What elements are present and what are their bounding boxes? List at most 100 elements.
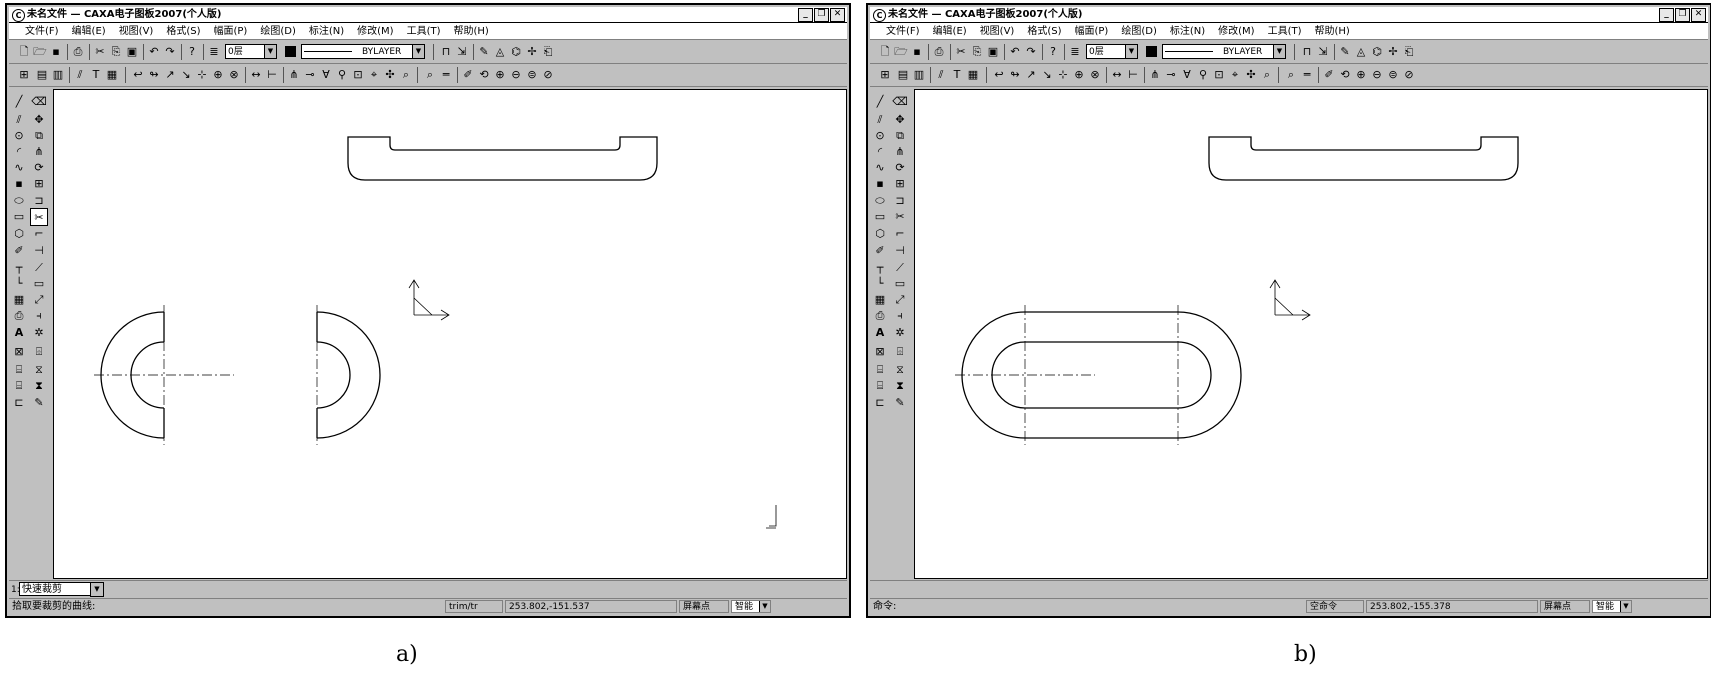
menu-sheet[interactable]: 幅面(P)	[1075, 23, 1109, 39]
menu-help[interactable]: 帮助(H)	[1315, 23, 1350, 39]
dim-text-icon[interactable]: ⊠	[10, 343, 28, 361]
curve-icon-5[interactable]: ⊹	[1056, 68, 1070, 82]
menu-sheet[interactable]: 幅面(P)	[214, 23, 248, 39]
extend-icon[interactable]: ⊣	[891, 242, 909, 260]
stack-icon[interactable]: ⧗	[891, 377, 909, 395]
restore-icon[interactable]: ❐	[1675, 8, 1690, 22]
extend-icon[interactable]: ⊣	[30, 242, 48, 260]
frame-icon[interactable]: ▤	[896, 68, 910, 82]
zoom-prev-icon[interactable]: ⊘	[541, 68, 555, 82]
curve-icon-3[interactable]: ↗	[1024, 68, 1038, 82]
zoom-window-icon[interactable]: ⟲	[1338, 68, 1352, 82]
explode-icon[interactable]: ✲	[30, 324, 48, 342]
property-icon[interactable]: ⊓	[439, 45, 453, 59]
curve-icon-5[interactable]: ⊹	[195, 68, 209, 82]
drag-icon[interactable]: ✢	[525, 45, 539, 59]
minimize-icon[interactable]: _	[798, 8, 813, 22]
undo-icon[interactable]: ↶	[1008, 45, 1022, 59]
print-icon[interactable]: ⎙	[932, 45, 946, 59]
color-swatch[interactable]	[1146, 46, 1157, 57]
print-icon[interactable]: ⎙	[71, 45, 85, 59]
curve-icon-1[interactable]: ↩	[992, 68, 1006, 82]
linetype-select[interactable]: BYLAYER ▼	[301, 44, 425, 59]
dim-text-icon[interactable]: ⊠	[871, 343, 889, 361]
close-icon[interactable]: ✕	[1691, 8, 1706, 22]
menu-dimension[interactable]: 标注(N)	[309, 23, 344, 39]
snap-icon-7[interactable]: ✣	[1244, 68, 1258, 82]
measure-icon[interactable]: ◬	[1354, 45, 1368, 59]
array-icon[interactable]: ⊞	[891, 175, 909, 193]
snap-icon-8[interactable]: ⌕	[1260, 68, 1274, 82]
text-icon[interactable]: A	[10, 324, 28, 342]
curve-icon-4[interactable]: ↘	[1040, 68, 1054, 82]
edit-icon[interactable]: ✎	[1338, 45, 1352, 59]
point-icon[interactable]: ▪	[871, 175, 889, 193]
title-block-icon[interactable]: ▥	[51, 68, 65, 82]
table-icon[interactable]: T	[950, 68, 964, 82]
parts-list-icon[interactable]: ⫽	[73, 68, 87, 82]
cut-icon[interactable]: ✂	[93, 45, 107, 59]
snap-icon-2[interactable]: ⊸	[303, 68, 317, 82]
menu-view[interactable]: 视图(V)	[980, 23, 1015, 39]
snap-icon-7[interactable]: ✣	[383, 68, 397, 82]
open-file-icon[interactable]: 🗁	[33, 45, 47, 59]
measure-icon[interactable]: ◬	[493, 45, 507, 59]
curve-icon-7[interactable]: ⊗	[227, 68, 241, 82]
parts-list-icon[interactable]: ⫽	[934, 68, 948, 82]
save-icon[interactable]: ▪	[49, 45, 63, 59]
snap-icon-1[interactable]: ⋔	[1148, 68, 1162, 82]
close-icon[interactable]: ✕	[830, 8, 845, 22]
zoom-window-icon[interactable]: ⟲	[477, 68, 491, 82]
curve-icon-6[interactable]: ⊕	[1072, 68, 1086, 82]
menu-view[interactable]: 视图(V)	[119, 23, 154, 39]
detail-icon[interactable]: ▦	[105, 68, 119, 82]
app-icon[interactable]: C	[873, 9, 886, 22]
dim-icon-2[interactable]: ⊢	[265, 68, 279, 82]
array-icon[interactable]: ⊞	[30, 175, 48, 193]
match-icon[interactable]: ⇲	[455, 45, 469, 59]
open-file-icon[interactable]: 🗁	[894, 45, 908, 59]
snap-icon-3[interactable]: ∀	[319, 68, 333, 82]
library-insert-icon[interactable]: ⌸	[871, 377, 889, 395]
drawing-canvas[interactable]	[914, 89, 1708, 579]
menu-format[interactable]: 格式(S)	[166, 23, 200, 39]
zoom-all-icon[interactable]: ⊜	[1386, 68, 1400, 82]
curve-icon-4[interactable]: ↘	[179, 68, 193, 82]
line-icon[interactable]: ╱	[10, 93, 28, 111]
zoom-icon-2[interactable]: ═	[439, 68, 453, 82]
grid-icon[interactable]: ⊞	[17, 68, 31, 82]
polygon-icon[interactable]: ⬡	[10, 225, 28, 243]
explode-icon[interactable]: ✲	[891, 324, 909, 342]
tolerance-icon[interactable]: ⊏	[10, 394, 28, 412]
color-swatch[interactable]	[285, 46, 296, 57]
layer-select[interactable]: 0层 ▼	[225, 44, 277, 59]
stack-icon[interactable]: ⧗	[30, 377, 48, 395]
app-icon[interactable]: C	[12, 9, 25, 22]
snap-icon-5[interactable]: ⊡	[1212, 68, 1226, 82]
snap-icon-1[interactable]: ⋔	[287, 68, 301, 82]
curve-icon-6[interactable]: ⊕	[211, 68, 225, 82]
edit-icon[interactable]: ✎	[477, 45, 491, 59]
drag-icon[interactable]: ✢	[1386, 45, 1400, 59]
help-icon[interactable]: ?	[185, 45, 199, 59]
library-icon[interactable]: ⌬	[509, 45, 523, 59]
zoom-icon-2[interactable]: ═	[1300, 68, 1314, 82]
snap-icon-5[interactable]: ⊡	[351, 68, 365, 82]
chamfer-icon[interactable]: ⌐	[30, 225, 48, 243]
redo-icon[interactable]: ↷	[163, 45, 177, 59]
dim-icon-2[interactable]: ⊢	[1126, 68, 1140, 82]
dim-icon-1[interactable]: ↔	[249, 68, 263, 82]
rectangle-icon[interactable]: ▭	[10, 208, 28, 226]
grid-icon[interactable]: ⊞	[878, 68, 892, 82]
chamfer-icon[interactable]: ⌐	[891, 225, 909, 243]
drawing-canvas[interactable]	[53, 89, 847, 579]
snap-mode[interactable]: 屏幕点	[679, 600, 729, 613]
match-icon[interactable]: ⇲	[1316, 45, 1330, 59]
export-icon[interactable]: ⎗	[541, 45, 555, 59]
menu-file[interactable]: 文件(F)	[886, 23, 920, 39]
line-icon[interactable]: ╱	[871, 93, 889, 111]
format-brush-icon[interactable]: ⌹	[891, 343, 909, 361]
zoom-in-icon[interactable]: ⊕	[1354, 68, 1368, 82]
snap-icon-3[interactable]: ∀	[1180, 68, 1194, 82]
menu-edit[interactable]: 编辑(E)	[933, 23, 967, 39]
